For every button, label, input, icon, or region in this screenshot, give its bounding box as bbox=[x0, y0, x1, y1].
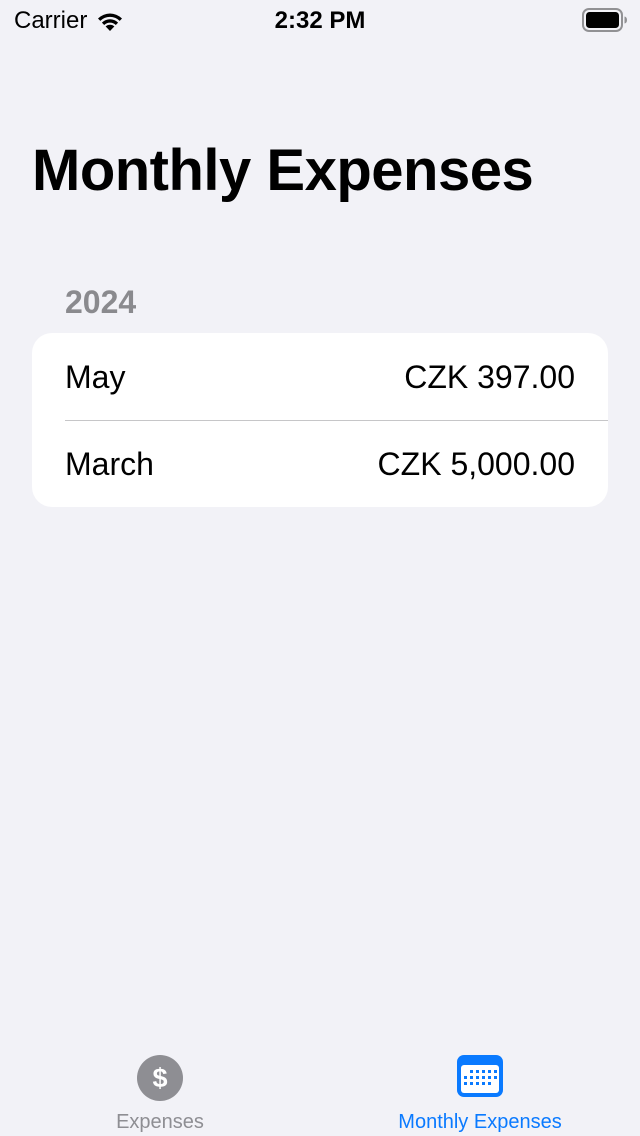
calendar-icon bbox=[456, 1054, 504, 1098]
tab-monthly-expenses[interactable]: Monthly Expenses bbox=[320, 1034, 640, 1136]
monthly-expenses-list: May CZK 397.00 March CZK 5,000.00 bbox=[32, 333, 608, 507]
section-header-year: 2024 bbox=[65, 284, 137, 320]
tab-bar: $ Expenses Monthly Expenses bbox=[0, 1034, 640, 1136]
list-row-may[interactable]: May CZK 397.00 bbox=[32, 333, 608, 420]
tab-label: Expenses bbox=[116, 1111, 204, 1133]
month-label: May bbox=[65, 358, 126, 395]
tab-label: Monthly Expenses bbox=[398, 1111, 562, 1133]
month-label: March bbox=[65, 445, 154, 482]
month-total-amount: CZK 397.00 bbox=[404, 358, 575, 395]
list-row-march[interactable]: March CZK 5,000.00 bbox=[32, 420, 608, 507]
battery-full-icon bbox=[582, 8, 628, 32]
page-title: Monthly Expenses bbox=[32, 138, 534, 203]
tab-expenses[interactable]: $ Expenses bbox=[0, 1034, 320, 1136]
dollar-circle-icon: $ bbox=[136, 1054, 184, 1102]
month-total-amount: CZK 5,000.00 bbox=[377, 445, 575, 482]
status-bar: Carrier 2:32 PM bbox=[0, 0, 640, 40]
status-time: 2:32 PM bbox=[274, 7, 366, 34]
svg-text:$: $ bbox=[152, 1063, 167, 1093]
